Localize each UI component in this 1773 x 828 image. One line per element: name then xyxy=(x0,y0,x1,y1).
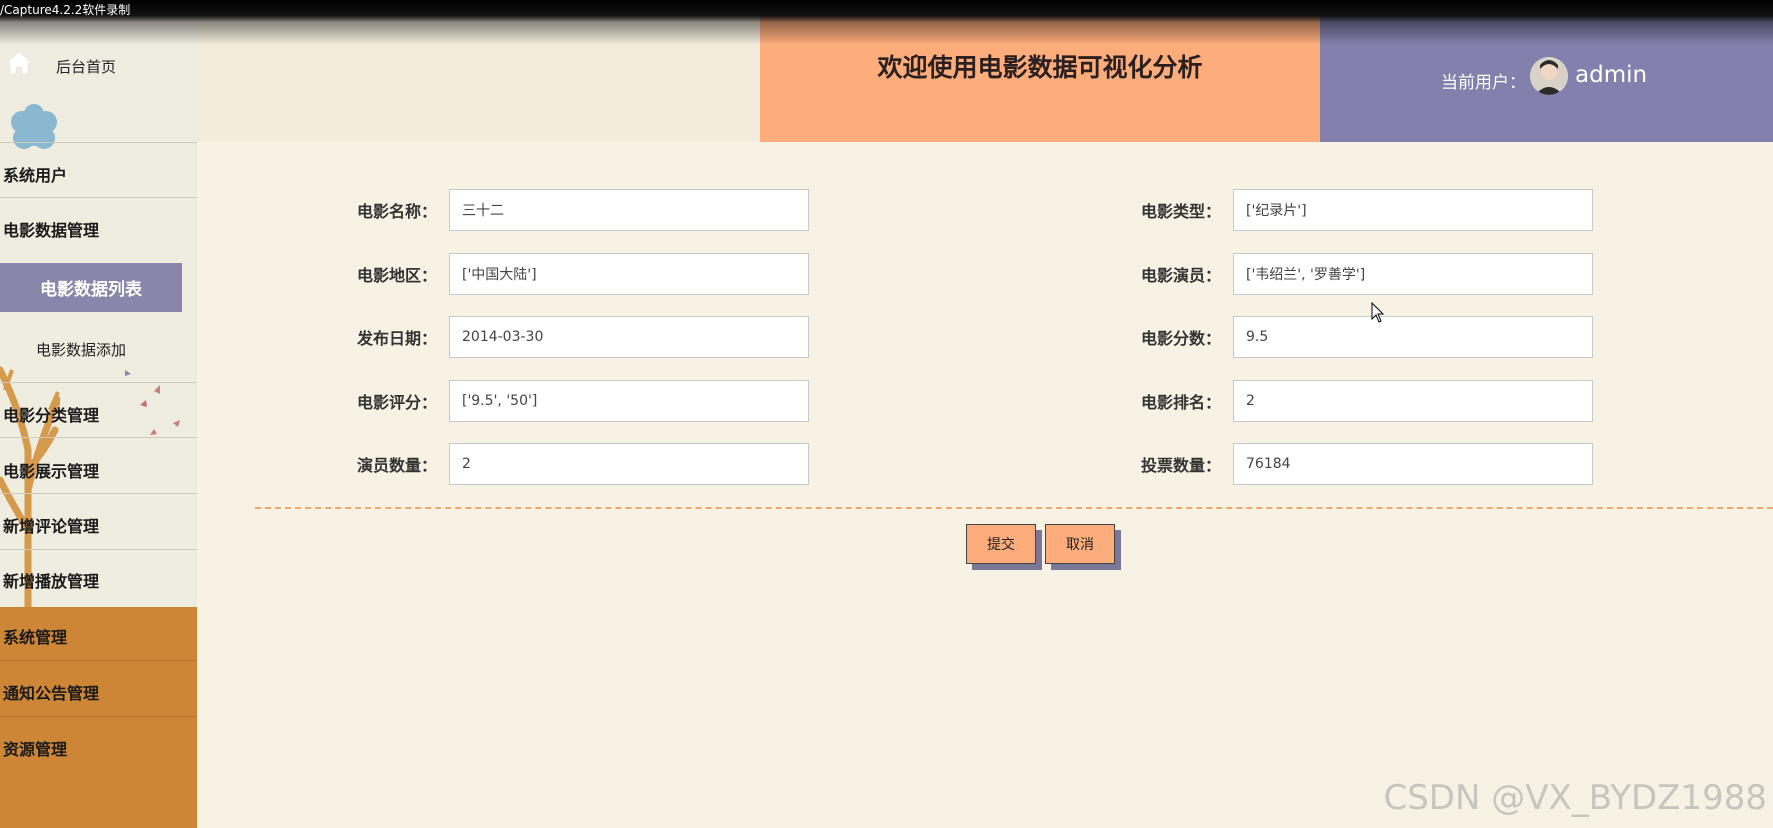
mouse-cursor-icon xyxy=(1371,302,1385,323)
sidebar-item-movie-data-management[interactable]: 电影数据管理 xyxy=(3,217,99,241)
field-label-movie-name: 电影名称： xyxy=(357,202,438,221)
sidebar-item-movie-data-add[interactable]: 电影数据添加 xyxy=(36,339,126,360)
sidebar: 后台首页 系统用户 电影数据管理 电影数据列表 电影数据添加 电影分类管理 电影… xyxy=(0,0,197,828)
sidebar-item-comment-management[interactable]: 新增评论管理 xyxy=(3,513,99,537)
movie-region-input[interactable]: ['中国大陆'] xyxy=(449,253,809,295)
sidebar-divider xyxy=(0,142,197,143)
cloud-icon xyxy=(11,104,57,149)
field-label-movie-region: 电影地区： xyxy=(357,266,438,285)
movie-type-input[interactable]: ['纪录片'] xyxy=(1233,189,1593,231)
sidebar-divider xyxy=(0,549,197,550)
field-label-vote-count: 投票数量： xyxy=(1141,456,1222,475)
field-label-movie-type: 电影类型： xyxy=(1141,202,1222,221)
submit-button[interactable]: 提交 xyxy=(966,524,1036,564)
sidebar-item-system-management[interactable]: 系统管理 xyxy=(3,624,67,648)
sidebar-item-notice-management[interactable]: 通知公告管理 xyxy=(3,680,99,704)
movie-actors-input[interactable]: ['韦绍兰', '罗善学'] xyxy=(1233,253,1593,295)
field-label-release-date: 发布日期： xyxy=(357,329,438,348)
sidebar-divider xyxy=(0,716,197,717)
recorder-caption: /Capture4.2.2软件录制 xyxy=(0,0,1773,22)
sidebar-divider xyxy=(0,437,197,438)
release-date-input[interactable]: 2014-03-30 xyxy=(449,316,809,358)
sidebar-item-playback-management[interactable]: 新增播放管理 xyxy=(3,568,99,592)
sidebar-item-category-management[interactable]: 电影分类管理 xyxy=(3,402,99,426)
field-label-movie-rating: 电影评分： xyxy=(357,393,438,412)
watermark: CSDN @VX_BYDZ1988 xyxy=(1383,778,1767,818)
current-user-label: 当前用户： xyxy=(1441,73,1526,93)
vote-count-input[interactable]: 76184 xyxy=(1233,443,1593,485)
movie-name-input[interactable]: 三十二 xyxy=(449,189,809,231)
home-icon xyxy=(6,51,32,75)
field-label-actor-count: 演员数量： xyxy=(357,456,438,475)
actor-count-input[interactable]: 2 xyxy=(449,443,809,485)
sidebar-item-resource-management[interactable]: 资源管理 xyxy=(3,736,67,760)
field-label-movie-actors: 电影演员： xyxy=(1141,266,1222,285)
username: admin xyxy=(1575,62,1648,88)
home-label: 后台首页 xyxy=(56,58,117,76)
sidebar-divider xyxy=(0,660,197,661)
avatar[interactable] xyxy=(1530,57,1568,95)
sidebar-divider xyxy=(0,493,197,494)
sidebar-divider xyxy=(0,382,197,383)
sidebar-item-system-users[interactable]: 系统用户 xyxy=(3,162,67,186)
sidebar-item-display-management[interactable]: 电影展示管理 xyxy=(3,458,99,482)
movie-score-input[interactable]: 9.5 xyxy=(1233,316,1593,358)
movie-rating-input[interactable]: ['9.5', '50'] xyxy=(449,380,809,422)
avatar-icon xyxy=(1530,57,1568,95)
field-label-movie-rank: 电影排名： xyxy=(1141,393,1222,412)
leaves-decoration-icon xyxy=(125,370,180,435)
home-link[interactable]: 后台首页 xyxy=(0,44,197,84)
sidebar-divider xyxy=(0,197,197,198)
form-divider xyxy=(255,507,1773,509)
movie-rank-input[interactable]: 2 xyxy=(1233,380,1593,422)
page-title: 欢迎使用电影数据可视化分析 xyxy=(877,53,1203,82)
sidebar-item-movie-data-list[interactable]: 电影数据列表 xyxy=(0,263,182,312)
cancel-button[interactable]: 取消 xyxy=(1045,524,1115,564)
field-label-movie-score: 电影分数： xyxy=(1141,329,1222,348)
